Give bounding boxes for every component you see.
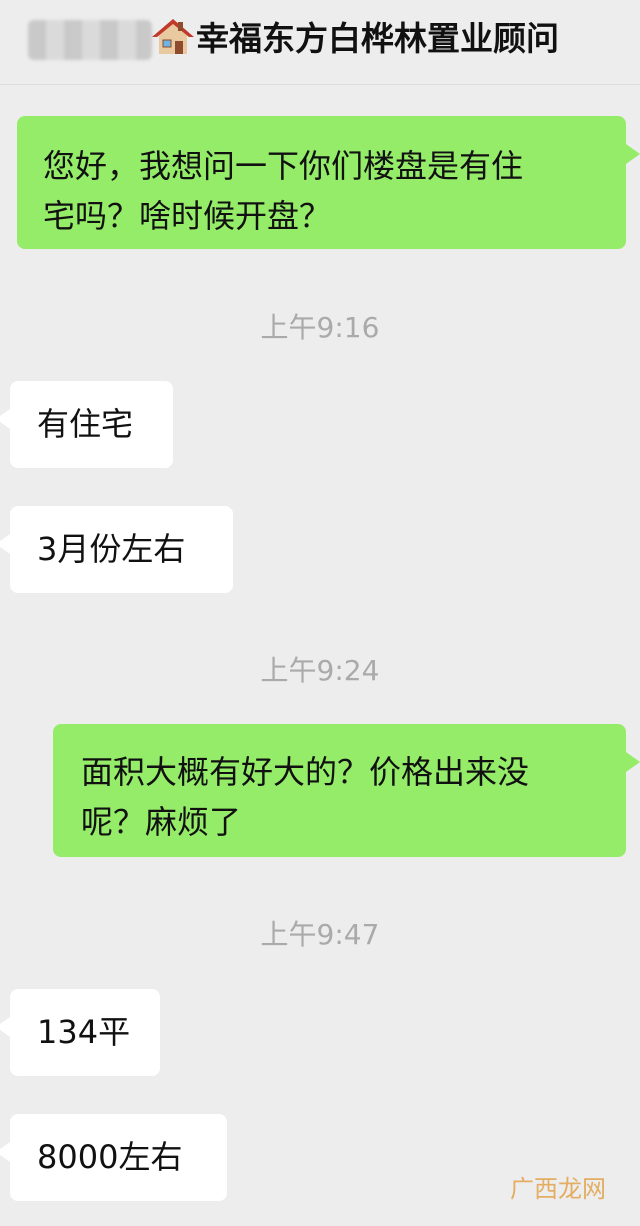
message-text: 3月份左右 [37,530,186,568]
received-message-bubble[interactable]: 134平 [0,989,160,1076]
message-text-line: 呢？麻烦了 [81,803,242,841]
sent-message-bubble[interactable]: 面积大概有好大的？价格出来没 呢？麻烦了 [53,724,640,857]
blurred-contact-name [28,20,152,60]
message-text-line: 面积大概有好大的？价格出来没 [81,753,530,791]
bubble-tail [626,144,640,164]
message-text: 8000左右 [37,1138,183,1176]
received-message-bubble[interactable]: 有住宅 [0,381,173,468]
message-text-line: 您好，我想问一下你们楼盘是有住 [43,147,524,185]
received-message-bubble[interactable]: 8000左右 [0,1114,227,1201]
watermark-logo: 广西龙网 [510,1175,606,1203]
timestamp: 上午9:47 [260,918,380,951]
message-text: 134平 [37,1013,131,1051]
bubble-tail [0,1017,10,1037]
message-text-line: 宅吗？啥时候开盘？ [43,197,332,235]
message-text: 有住宅 [37,405,134,443]
chat-title[interactable]: 幸福东方白桦林置业顾问 [196,16,559,62]
bubble-tail [626,752,640,772]
timestamp: 上午9:16 [260,311,380,344]
bubble-tail [0,534,10,554]
sent-message-bubble[interactable]: 您好，我想问一下你们楼盘是有住 宅吗？啥时候开盘？ [17,116,640,249]
bubble-tail [0,409,10,429]
house-icon [152,19,194,54]
bubble-tail [0,1142,10,1162]
chat-header: 幸福东方白桦林置业顾问 [0,0,640,85]
timestamp: 上午9:24 [260,654,380,687]
received-message-bubble[interactable]: 3月份左右 [0,506,233,593]
